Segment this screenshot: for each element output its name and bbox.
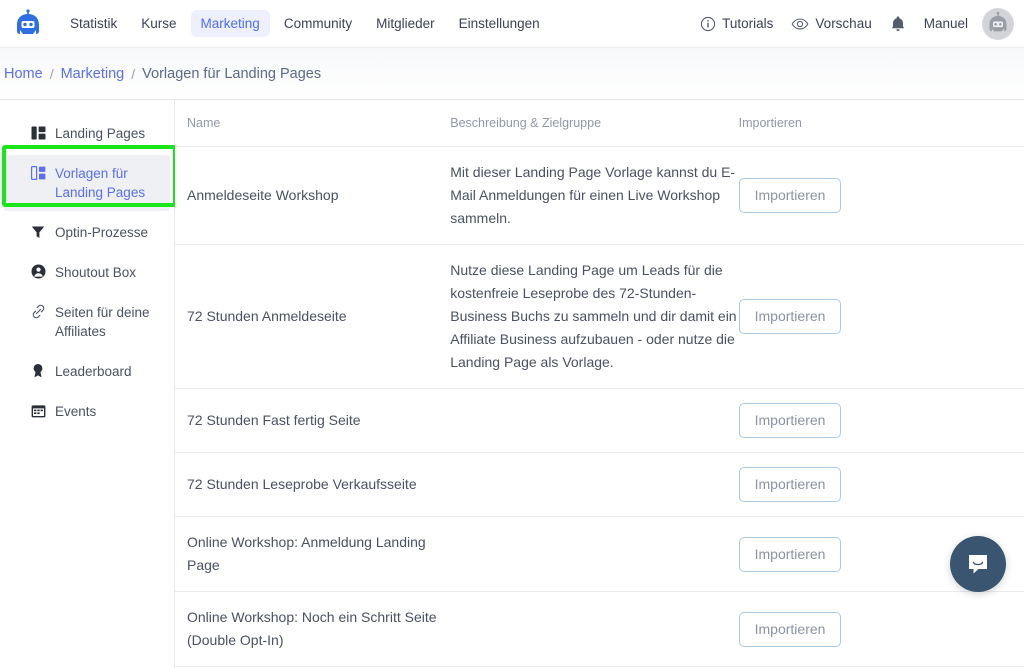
tutorials-label: Tutorials [722, 16, 774, 31]
sidebar-item-seiten-fuer-affiliates[interactable]: Seiten für deine Affiliates [4, 294, 170, 350]
sidebar-item-leaderboard[interactable]: Leaderboard [4, 353, 170, 390]
template-name: Online Workshop: Noch ein Schritt Seite … [175, 591, 451, 667]
sidebar-item-label: Optin-Prozesse [55, 225, 149, 240]
table-row: 72 Stunden Fast fertig Seite Importieren [175, 388, 1024, 453]
link-icon [30, 303, 46, 320]
nav-item-marketing[interactable]: Marketing [190, 10, 270, 37]
breadcrumb-separator: / [131, 65, 136, 82]
robot-avatar-icon [983, 8, 1013, 39]
column-header-import: Importieren [738, 100, 1024, 147]
sidebar-item-label: Seiten für deine Affiliates [55, 305, 150, 339]
preview-label: Vorschau [815, 16, 872, 31]
nav-item-kurse[interactable]: Kurse [131, 10, 186, 37]
table-row: 72 Stunden Anmeldeseite Nutze diese Land… [175, 244, 1024, 389]
column-header-description: Beschreibung & Zielgruppe [450, 100, 739, 147]
page-body: Landing Pages Vorlagen für Landing Pages… [0, 100, 1024, 668]
templates-table: Name Beschreibung & Zielgruppe Importier… [175, 100, 1024, 668]
template-name: Online Workshop: Anmeldung Landing Page [175, 516, 451, 592]
sidebar-item-label: Events [55, 404, 97, 419]
template-name: 72 Stunden Leseprobe Verkaufsseite [175, 452, 451, 517]
chat-widget-button[interactable] [950, 536, 1006, 592]
avatar[interactable] [982, 7, 1014, 40]
template-name: Anmeldeseite Workshop [175, 146, 451, 245]
table-header: Name Beschreibung & Zielgruppe Importier… [175, 100, 1024, 147]
template-name: 72 Stunden Fast fertig Seite [175, 388, 451, 453]
sidebar-item-optin-prozesse[interactable]: Optin-Prozesse [4, 214, 170, 251]
calendar-icon [30, 402, 46, 419]
nav-item-community[interactable]: Community [274, 10, 362, 37]
table-row: Online Workshop: Anmeldung Landing Page … [175, 516, 1024, 592]
template-description: Mit dieser Landing Page Vorlage kannst d… [450, 164, 736, 226]
notifications-button[interactable] [890, 15, 906, 33]
template-description: Nutze diese Landing Page um Leads für di… [450, 262, 737, 370]
layout-columns-icon [30, 124, 46, 141]
breadcrumb-item-current: Vorlagen für Landing Pages [142, 65, 322, 82]
top-nav-right-group: Tutorials Vorschau Manuel [682, 7, 1014, 40]
funnel-icon [30, 223, 46, 240]
table-row: Online Workshop: Noch ein Schritt Seite … [175, 591, 1024, 667]
preview-button[interactable]: Vorschau [791, 16, 872, 32]
import-button[interactable]: Importieren [738, 536, 842, 572]
eye-icon [791, 16, 809, 32]
top-navigation-bar: Statistik Kurse Marketing Community Mitg… [0, 0, 1024, 48]
templates-icon [30, 164, 46, 181]
nav-item-mitglieder[interactable]: Mitglieder [366, 10, 445, 37]
sidebar-item-landing-pages[interactable]: Landing Pages [4, 115, 170, 152]
import-button[interactable]: Importieren [738, 299, 842, 334]
templates-table-panel: Name Beschreibung & Zielgruppe Importier… [175, 100, 1024, 668]
breadcrumb-item-home[interactable]: Home [4, 66, 43, 82]
sidebar-item-shoutout-box[interactable]: Shoutout Box [4, 254, 170, 291]
import-button[interactable]: Importieren [738, 403, 842, 438]
table-body: Anmeldeseite Workshop Mit dieser Landing… [175, 146, 1024, 668]
breadcrumb-item-marketing[interactable]: Marketing [61, 66, 125, 82]
template-name: 72 Stunden Anmeldeseite [175, 244, 451, 389]
user-circle-icon [30, 263, 46, 280]
sidebar-item-label: Landing Pages [55, 126, 146, 141]
sidebar-item-label: Leaderboard [55, 364, 132, 379]
bell-icon [890, 15, 906, 33]
nav-item-einstellungen[interactable]: Einstellungen [449, 10, 550, 37]
user-name-label[interactable]: Manuel [924, 16, 968, 31]
chat-bubble-icon [969, 555, 987, 574]
info-circle-icon [700, 16, 716, 32]
table-row: 72 Stunden Leseprobe Verkaufsseite Impor… [175, 452, 1024, 517]
user-name-text: Manuel [923, 16, 968, 31]
breadcrumb-separator: / [49, 65, 54, 82]
sidebar: Landing Pages Vorlagen für Landing Pages… [0, 100, 177, 668]
breadcrumb: Home / Marketing / Vorlagen für Landing … [0, 48, 1024, 100]
tutorials-button[interactable]: Tutorials [700, 16, 773, 32]
import-button[interactable]: Importieren [738, 178, 842, 213]
import-button[interactable]: Importieren [738, 611, 842, 647]
sidebar-item-vorlagen-landing-pages[interactable]: Vorlagen für Landing Pages [4, 155, 170, 211]
nav-item-statistik[interactable]: Statistik [60, 10, 127, 37]
import-button[interactable]: Importieren [738, 467, 842, 502]
sidebar-item-label: Vorlagen für Landing Pages [55, 166, 146, 200]
table-row: Anmeldeseite Workshop Mit dieser Landing… [175, 146, 1024, 245]
sidebar-item-label: Shoutout Box [55, 265, 137, 280]
robot-logo-icon[interactable] [10, 6, 46, 42]
column-header-name: Name [175, 100, 451, 147]
sidebar-item-events[interactable]: Events [4, 393, 170, 430]
main-nav-links: Statistik Kurse Marketing Community Mitg… [60, 10, 554, 37]
trophy-icon [30, 362, 46, 379]
